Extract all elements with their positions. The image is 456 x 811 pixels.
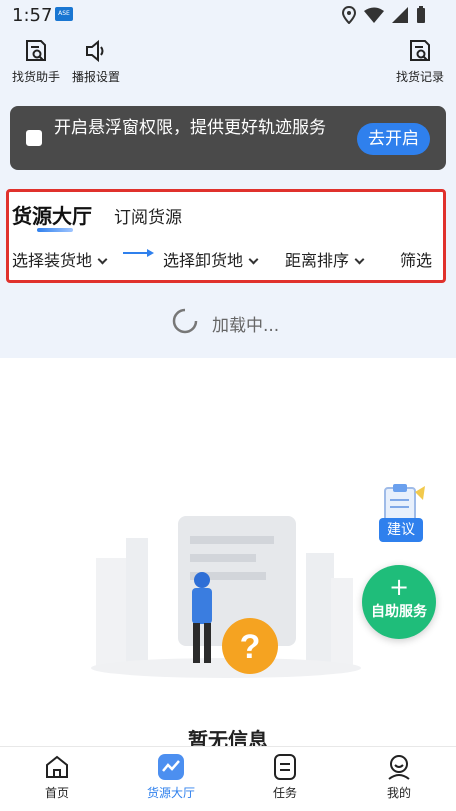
- active-tab-underline: [37, 228, 73, 232]
- plus-icon: +: [388, 573, 410, 601]
- tab-cargo-hall[interactable]: 货源大厅: [12, 200, 92, 229]
- find-goods-assistant-button[interactable]: 找货助手: [10, 38, 62, 85]
- tool-label: 找货助手: [11, 70, 60, 84]
- chevron-down-icon: [248, 254, 259, 265]
- empty-illustration-icon: ?: [91, 516, 361, 678]
- status-bar: 1:57 ASE: [0, 0, 456, 32]
- loading-text: 加载中...: [212, 316, 280, 336]
- nav-label: 首页: [44, 786, 69, 800]
- select-unload-place-dropdown[interactable]: 选择卸货地: [163, 247, 259, 271]
- chevron-down-icon: [97, 254, 108, 265]
- cargo-hall-panel: 货源大厅 订阅货源 选择装货地 选择卸货地 距离排序 筛选: [6, 189, 446, 283]
- tool-label: 找货记录: [395, 70, 444, 84]
- nav-label: 任务: [272, 786, 297, 800]
- signal-icon: [392, 7, 408, 23]
- nav-label: 我的: [386, 786, 411, 800]
- nav-profile[interactable]: 我的: [359, 753, 439, 801]
- spinner-icon: [172, 308, 198, 334]
- broadcast-settings-button[interactable]: 播报设置: [70, 38, 122, 85]
- notice-square-icon: [26, 130, 42, 146]
- profile-icon: [388, 755, 410, 780]
- filter-button[interactable]: 筛选: [400, 247, 432, 271]
- filter-label: 筛选: [400, 251, 433, 270]
- search-doc-icon: [410, 40, 430, 61]
- enable-permission-button[interactable]: 去开启: [357, 123, 430, 155]
- chevron-down-icon: [354, 254, 365, 265]
- wifi-icon: [364, 7, 384, 23]
- speaker-icon: [86, 39, 104, 63]
- nav-home[interactable]: 首页: [17, 753, 97, 801]
- tab-subscribed-cargo[interactable]: 订阅货源: [114, 203, 182, 228]
- find-goods-record-button[interactable]: 找货记录: [394, 38, 446, 85]
- empty-state: ? 暂无信息: [0, 358, 456, 752]
- svg-text:?: ?: [240, 628, 261, 666]
- select-load-place-dropdown[interactable]: 选择装货地: [12, 247, 108, 271]
- trend-icon: [158, 754, 184, 780]
- loading-indicator: 加载中...: [0, 290, 456, 356]
- notice-text: 开启悬浮窗权限，提供更好轨迹服务: [54, 118, 326, 138]
- home-icon: [46, 755, 68, 778]
- nav-cargo-hall[interactable]: 货源大厅: [131, 753, 211, 801]
- nav-tasks[interactable]: 任务: [245, 753, 325, 801]
- suggestion-button[interactable]: 建议: [371, 482, 429, 542]
- top-toolbar: 找货助手 播报设置 找货记录: [0, 32, 456, 94]
- self-service-button[interactable]: + 自助服务: [362, 565, 436, 639]
- bottom-nav: 首页 货源大厅 任务 我的: [0, 746, 456, 811]
- suggestion-label: 建议: [379, 518, 423, 542]
- status-time: 1:57: [12, 5, 53, 26]
- status-icons: [342, 6, 426, 24]
- task-icon: [274, 754, 296, 780]
- filter-label: 选择装货地: [12, 251, 93, 270]
- self-service-label: 自助服务: [371, 604, 427, 620]
- float-permission-notice: 开启悬浮窗权限，提供更好轨迹服务 去开启: [10, 106, 446, 170]
- tool-label: 播报设置: [71, 70, 120, 84]
- location-icon: [342, 6, 356, 24]
- route-arrow-icon: [123, 249, 154, 257]
- distance-sort-dropdown[interactable]: 距离排序: [285, 247, 365, 271]
- battery-icon: [417, 6, 425, 23]
- filter-label: 选择卸货地: [163, 251, 244, 270]
- filter-label: 距离排序: [285, 251, 350, 270]
- search-doc-icon: [26, 40, 46, 61]
- nav-label: 货源大厅: [146, 786, 195, 800]
- notification-badge-icon: ASE: [55, 7, 73, 21]
